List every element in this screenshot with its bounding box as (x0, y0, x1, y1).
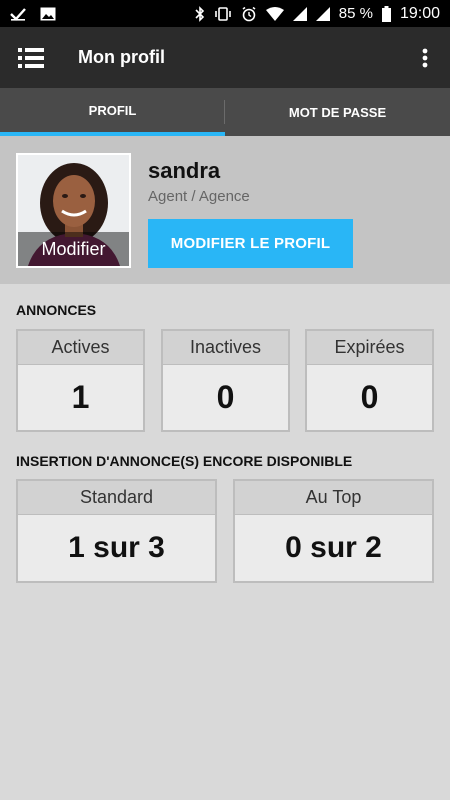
list-menu-icon (18, 47, 44, 68)
card-value: 0 (360, 379, 379, 415)
tab-bar: PROFIL MOT DE PASSE (0, 88, 450, 136)
bluetooth-icon (195, 5, 205, 22)
tab-label: MOT DE PASSE (288, 104, 387, 120)
card-inactives[interactable]: Inactives 0 (161, 329, 290, 432)
avatar-photo: Modifier (18, 155, 129, 266)
card-au-top[interactable]: Au Top 0 sur 2 (233, 479, 434, 583)
page-title: Mon profil (78, 47, 165, 67)
vibrate-icon (214, 6, 232, 21)
image-icon (40, 7, 56, 21)
overflow-menu-button[interactable] (400, 27, 450, 88)
signal-icon-2 (315, 6, 330, 21)
status-bar: 85 % 19:00 (0, 0, 450, 27)
card-label: Expirées (307, 331, 432, 365)
tab-profil[interactable]: PROFIL (0, 88, 225, 136)
card-standard[interactable]: Standard 1 sur 3 (16, 479, 217, 583)
avatar[interactable]: Modifier (16, 153, 131, 268)
card-value: 1 (71, 379, 90, 415)
profile-name: sandra (148, 158, 221, 183)
card-value: 0 sur 2 (285, 531, 382, 564)
battery-icon (381, 5, 391, 22)
tab-label: PROFIL (88, 102, 137, 118)
card-label: Actives (18, 331, 143, 365)
card-expirees[interactable]: Expirées 0 (305, 329, 434, 432)
card-label: Inactives (163, 331, 288, 365)
avatar-edit-label: Modifier (18, 232, 129, 266)
card-label: Au Top (235, 481, 432, 515)
tab-mot-de-passe[interactable]: MOT DE PASSE (225, 88, 450, 136)
more-vert-icon (422, 48, 428, 67)
wifi-icon (265, 6, 284, 21)
menu-button[interactable] (0, 27, 62, 88)
alarm-icon (241, 6, 257, 22)
check-icon (10, 7, 26, 21)
profile-role: Agent / Agence (148, 188, 250, 205)
tab-divider (224, 100, 225, 124)
edit-profile-button[interactable]: MODIFIER LE PROFIL (148, 219, 353, 268)
card-value: 0 (216, 379, 235, 415)
profile-header: Modifier sandra Agent / Agence MODIFIER … (0, 136, 450, 284)
card-actives[interactable]: Actives 1 (16, 329, 145, 432)
card-label: Standard (18, 481, 215, 515)
annonces-section-title: ANNONCES (16, 302, 97, 318)
battery-percent: 85 % (338, 5, 373, 22)
signal-icon (292, 6, 307, 21)
clock: 19:00 (399, 4, 440, 22)
insertion-section-title: INSERTION D'ANNONCE(S) ENCORE DISPONIBLE (16, 453, 353, 469)
card-value: 1 sur 3 (68, 531, 165, 564)
app-bar: Mon profil (0, 27, 450, 88)
